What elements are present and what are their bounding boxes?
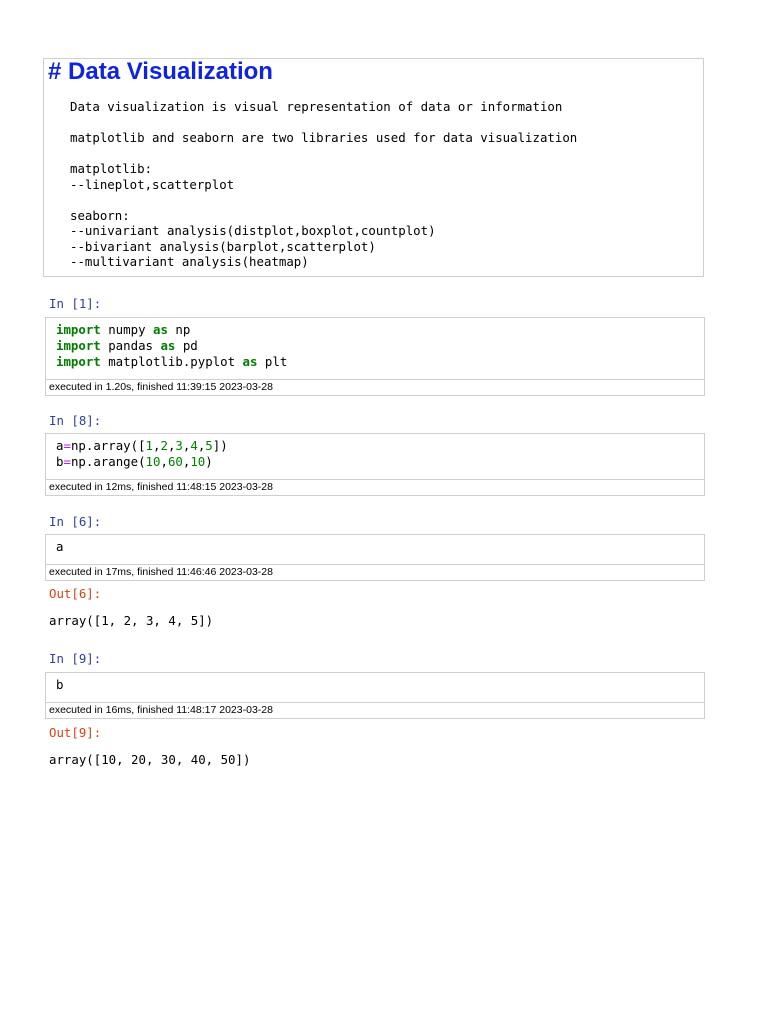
code-line: a [56, 539, 64, 554]
code-text: plt [257, 354, 288, 369]
markdown-line: seaborn: [70, 207, 130, 223]
input-prompt: In [1]: [49, 296, 102, 311]
code-cell[interactable]: import numpy as np import pandas as pd i… [45, 317, 705, 396]
markdown-line: --multivariant analysis(heatmap) [70, 254, 309, 269]
keyword: as [242, 354, 258, 369]
number: 60 [167, 454, 183, 469]
code-text: , [160, 454, 168, 469]
cell-output: array([10, 20, 30, 40, 50]) [49, 752, 251, 767]
number: 1 [145, 438, 154, 453]
input-prompt: In [6]: [49, 514, 102, 529]
code-cell[interactable]: b executed in 16ms, finished 11:48:17 20… [45, 672, 705, 719]
number: 10 [145, 454, 161, 469]
markdown-cell[interactable]: # Data Visualization Data visualization … [43, 58, 704, 277]
input-prompt: In [8]: [49, 413, 102, 428]
code-text: ]) [212, 438, 228, 453]
markdown-line: --lineplot,scatterplot [70, 176, 235, 192]
operator: = [63, 454, 71, 469]
execution-time-bar: executed in 12ms, finished 11:48:15 2023… [46, 479, 704, 495]
cell-output: array([1, 2, 3, 4, 5]) [49, 613, 214, 628]
code-text: matplotlib.pyplot [100, 354, 243, 369]
markdown-body: Data visualization is visual representat… [70, 99, 577, 270]
number: 4 [190, 438, 198, 453]
code-text: pd [175, 338, 198, 353]
code-line: b=np.arange(10,60,10) [56, 454, 213, 470]
code-text: np [167, 322, 191, 337]
code-line: import numpy as np [56, 322, 190, 338]
keyword: as [160, 338, 176, 353]
number: 5 [205, 438, 213, 453]
execution-time-text: executed in 12ms, finished 11:48:15 2023… [49, 481, 273, 493]
markdown-line: matplotlib: [70, 161, 153, 176]
number: 10 [190, 454, 206, 469]
execution-time-bar: executed in 16ms, finished 11:48:17 2023… [46, 702, 704, 718]
execution-time-text: executed in 1.20s, finished 11:39:15 202… [49, 381, 273, 393]
operator: = [63, 438, 71, 453]
code-cell[interactable]: a=np.array([1,2,3,4,5]) b=np.arange(10,6… [45, 433, 705, 496]
number: 3 [175, 438, 183, 453]
execution-time-bar: executed in 17ms, finished 11:46:46 2023… [46, 564, 704, 580]
execution-time-bar: executed in 1.20s, finished 11:39:15 202… [46, 379, 704, 395]
code-line: b [56, 677, 64, 692]
markdown-line: matplotlib and seaborn are two libraries… [70, 130, 578, 145]
code-text: numpy [100, 322, 153, 337]
keyword: import [56, 338, 101, 353]
execution-time-text: executed in 16ms, finished 11:48:17 2023… [49, 704, 273, 716]
output-prompt: Out[9]: [49, 725, 102, 740]
keyword: import [56, 322, 101, 337]
code-text: pandas [100, 338, 161, 353]
keyword: as [152, 322, 168, 337]
code-text: np.arange( [70, 454, 146, 469]
code-line: import matplotlib.pyplot as plt [56, 354, 287, 370]
markdown-line: Data visualization is visual representat… [70, 99, 563, 114]
markdown-line: --univariant analysis(distplot,boxplot,c… [70, 223, 436, 238]
output-prompt: Out[6]: [49, 586, 102, 601]
execution-time-text: executed in 17ms, finished 11:46:46 2023… [49, 566, 273, 578]
code-text: ) [205, 454, 213, 469]
code-text: np.array([ [70, 438, 146, 453]
keyword: import [56, 354, 101, 369]
markdown-heading: # Data Visualization [48, 58, 273, 85]
number: 2 [160, 438, 168, 453]
markdown-line: --bivariant analysis(barplot,scatterplot… [70, 238, 376, 254]
input-prompt: In [9]: [49, 651, 102, 666]
code-line: a=np.array([1,2,3,4,5]) [56, 438, 228, 454]
code-line: import pandas as pd [56, 338, 198, 354]
code-cell[interactable]: a executed in 17ms, finished 11:46:46 20… [45, 534, 705, 581]
